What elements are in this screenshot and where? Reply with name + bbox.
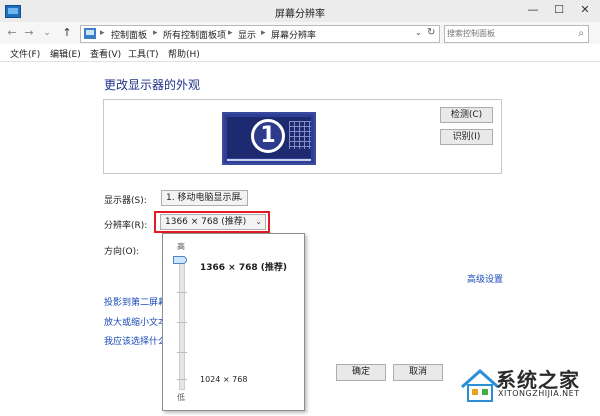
help-choose-link[interactable]: 我应该选择什么 bbox=[104, 334, 167, 347]
window-title: 屏幕分辨率 bbox=[275, 9, 325, 20]
ok-button[interactable]: 确定 bbox=[336, 364, 386, 381]
resolution-highlight-box bbox=[154, 211, 270, 233]
search-input[interactable] bbox=[447, 27, 565, 39]
menu-view[interactable]: 查看(V) bbox=[90, 47, 121, 60]
slider-tick bbox=[177, 352, 187, 353]
resolution-slider-thumb[interactable] bbox=[173, 256, 187, 264]
breadcrumb-screen-resolution[interactable]: 屏幕分辨率 bbox=[271, 28, 316, 41]
text-size-link[interactable]: 放大或缩小文本 bbox=[104, 315, 167, 328]
menu-bar: 文件(F) 编辑(E) 查看(V) 工具(T) 帮助(H) bbox=[0, 45, 600, 62]
min-resolution-label: 1024 × 768 bbox=[200, 375, 248, 384]
search-icon[interactable]: ⌕ bbox=[578, 28, 584, 39]
address-bar[interactable]: ▸ 控制面板 ▸ 所有控制面板项 ▸ 显示 ▸ 屏幕分辨率 ⌄ ↻ bbox=[80, 25, 440, 43]
watermark-url: XITONGZHIJIA.NET bbox=[498, 389, 580, 398]
menu-help[interactable]: 帮助(H) bbox=[168, 47, 200, 60]
detect-button[interactable]: 检测(C) bbox=[440, 107, 493, 123]
breadcrumb-separator: ▸ bbox=[100, 28, 105, 38]
low-label: 低 bbox=[177, 393, 185, 402]
history-chevron-icon[interactable]: ⌄ bbox=[40, 26, 54, 40]
minimize-button[interactable]: — bbox=[520, 0, 546, 20]
cancel-button[interactable]: 取消 bbox=[393, 364, 443, 381]
monitor-number-badge: 1 bbox=[251, 119, 285, 153]
breadcrumb-all-items[interactable]: 所有控制面板项 bbox=[163, 28, 226, 41]
menu-tools[interactable]: 工具(T) bbox=[128, 47, 159, 60]
page-title: 更改显示器的外观 bbox=[104, 78, 201, 92]
high-label: 高 bbox=[177, 242, 185, 251]
resolution-label: 分辨率(R): bbox=[104, 221, 148, 231]
display-select-value: 1. 移动电脑显示屏 bbox=[166, 193, 241, 203]
slider-tick bbox=[177, 292, 187, 293]
forward-icon[interactable]: → bbox=[22, 26, 36, 40]
breadcrumb-display[interactable]: 显示 bbox=[238, 28, 256, 41]
control-panel-icon bbox=[84, 28, 96, 39]
project-second-screen-link[interactable]: 投影到第二屏幕 bbox=[104, 295, 167, 308]
slider-tick bbox=[177, 322, 187, 323]
breadcrumb-separator: ▸ bbox=[261, 28, 266, 38]
monitor-1-icon[interactable]: 1 bbox=[222, 112, 316, 165]
orientation-label: 方向(O): bbox=[104, 247, 140, 257]
close-button[interactable]: ✕ bbox=[572, 0, 598, 20]
breadcrumb-control-panel[interactable]: 控制面板 bbox=[111, 28, 147, 41]
display-select[interactable]: 1. 移动电脑显示屏 ⌄ bbox=[161, 190, 248, 206]
title-bar: 屏幕分辨率 — ☐ ✕ bbox=[0, 0, 600, 23]
watermark-logo: 系统之家 XITONGZHIJIA.NET bbox=[458, 361, 600, 416]
breadcrumb-separator: ▸ bbox=[228, 28, 233, 38]
display-label: 显示器(S): bbox=[104, 196, 147, 206]
maximize-button[interactable]: ☐ bbox=[546, 0, 572, 20]
resolution-slider-popup: 高 1366 × 768 (推荐) 1024 × 768 低 bbox=[162, 233, 305, 411]
refresh-icon[interactable]: ↻ bbox=[427, 27, 435, 38]
address-row: ← → ⌄ ↑ ▸ 控制面板 ▸ 所有控制面板项 ▸ 显示 ▸ 屏幕分辨率 ⌄ … bbox=[0, 22, 600, 44]
back-icon[interactable]: ← bbox=[5, 26, 19, 40]
address-dropdown-icon[interactable]: ⌄ bbox=[415, 28, 422, 37]
identify-button[interactable]: 识别(I) bbox=[440, 129, 493, 145]
menu-file[interactable]: 文件(F) bbox=[10, 47, 40, 60]
monitor-grid-pattern bbox=[289, 121, 311, 149]
advanced-settings-link[interactable]: 高级设置 bbox=[467, 272, 503, 285]
chevron-down-icon: ⌄ bbox=[237, 193, 244, 202]
slider-tick bbox=[177, 379, 187, 380]
menu-edit[interactable]: 编辑(E) bbox=[50, 47, 81, 60]
max-resolution-label: 1366 × 768 (推荐) bbox=[200, 263, 288, 273]
resolution-slider-track[interactable] bbox=[179, 256, 185, 390]
monitor-base-stripe bbox=[227, 159, 311, 161]
search-box[interactable]: ⌕ bbox=[444, 25, 589, 43]
up-icon[interactable]: ↑ bbox=[60, 26, 74, 40]
breadcrumb-separator: ▸ bbox=[153, 28, 158, 38]
